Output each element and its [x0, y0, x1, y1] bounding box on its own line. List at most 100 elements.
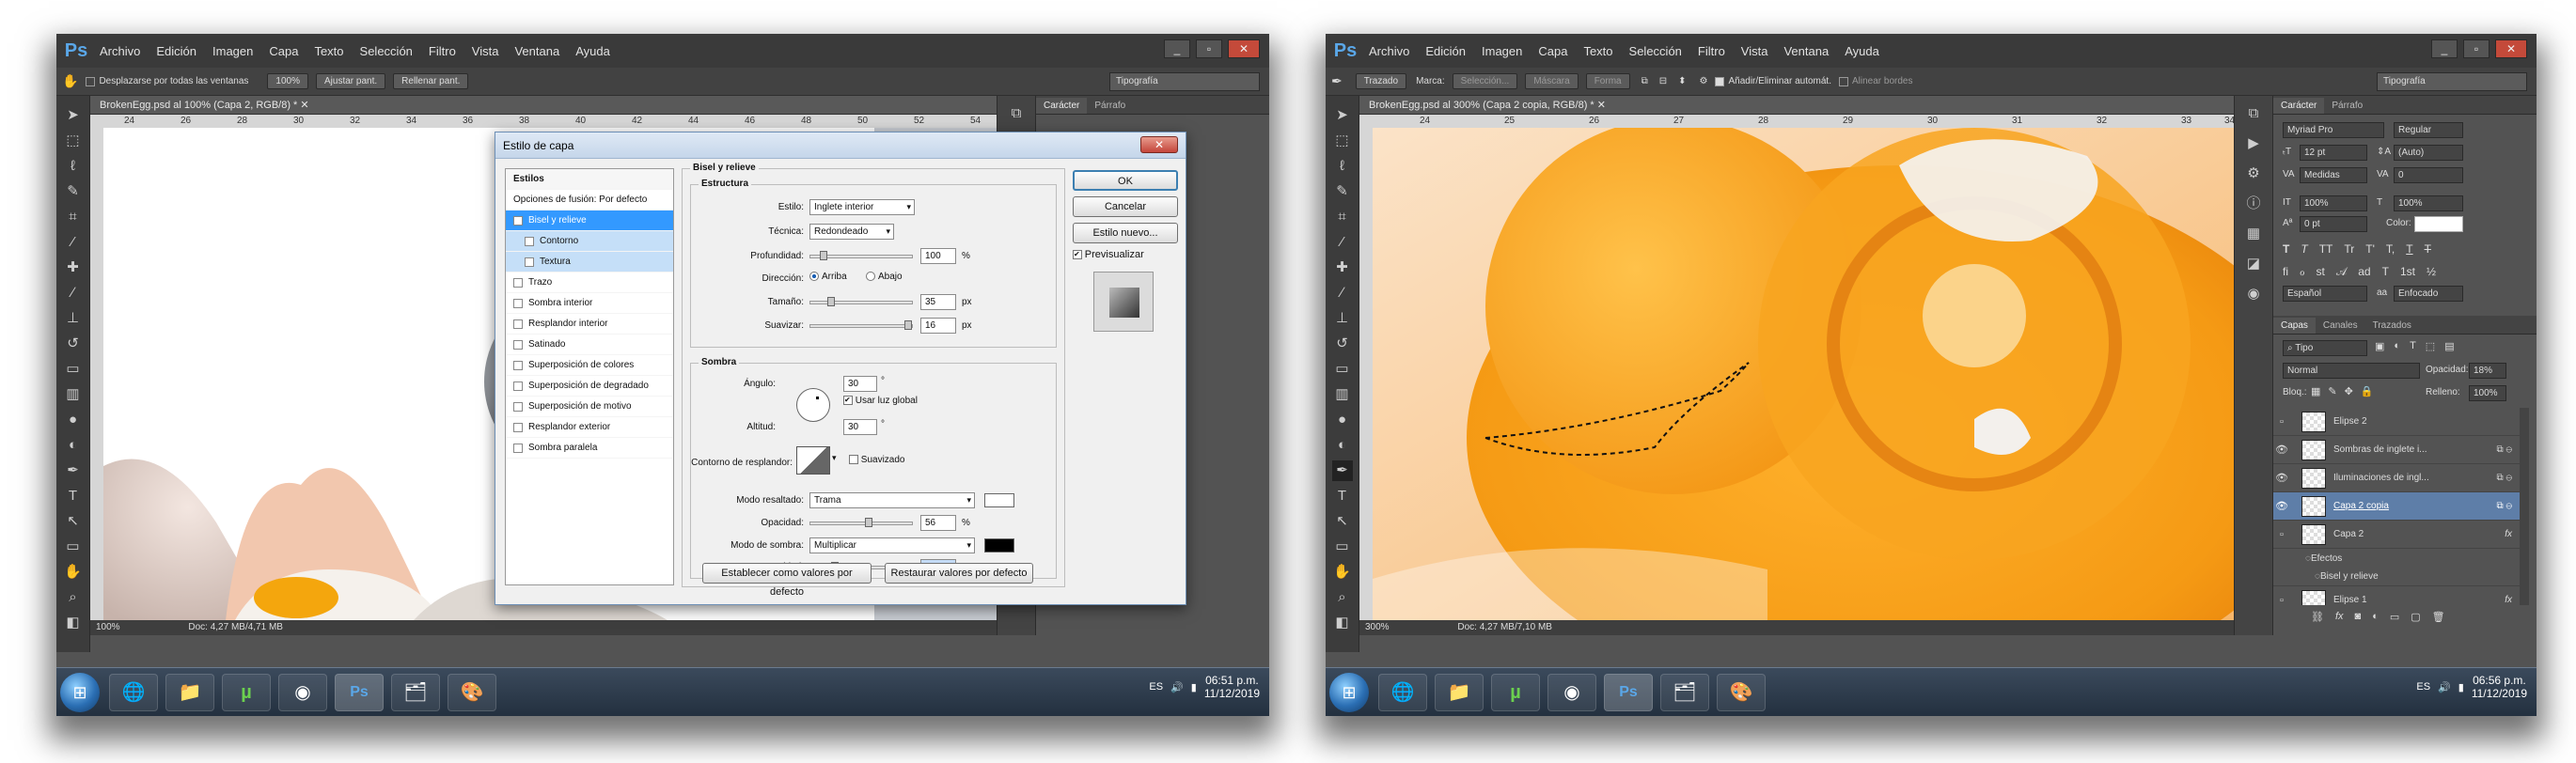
- delete-layer-icon[interactable]: 🗑: [2432, 611, 2445, 623]
- taskbar-utorrent-icon[interactable]: µ: [1491, 673, 1540, 711]
- taskbar-photoshop-icon[interactable]: Ps: [1604, 673, 1653, 711]
- angle-dial[interactable]: [796, 388, 830, 422]
- taskbar-paint-icon[interactable]: 🎨: [448, 673, 496, 711]
- radio-dot[interactable]: [809, 272, 819, 282]
- highlight-opacity-input[interactable]: 56: [920, 515, 956, 531]
- font-style-select[interactable]: Regular: [2394, 122, 2463, 138]
- stamp-tool-icon[interactable]: ⊥: [63, 308, 84, 329]
- maximize-button[interactable]: ▫: [1196, 39, 1222, 58]
- menu-archivo[interactable]: Archivo: [1369, 44, 1409, 58]
- make-selection-button[interactable]: Selección...: [1452, 73, 1518, 89]
- reset-default-button[interactable]: Restaurar valores por defecto: [885, 563, 1033, 584]
- marquee-tool-icon[interactable]: ⬚: [1332, 131, 1353, 151]
- layer-row[interactable]: 👁 Iluminaciones de ingl... ⧉ ⊖: [2273, 464, 2520, 492]
- lock-position-icon[interactable]: ✥: [2345, 385, 2353, 397]
- technique-select[interactable]: Redondeado: [809, 224, 894, 240]
- ordinals-button[interactable]: 1st: [2400, 265, 2415, 279]
- superscript-button[interactable]: T': [2365, 242, 2375, 256]
- menu-vista[interactable]: Vista: [472, 44, 499, 58]
- adjustments-icon[interactable]: ⚙: [2243, 164, 2264, 184]
- language-indicator[interactable]: ES: [2416, 681, 2430, 693]
- add-mask-icon[interactable]: ◙: [2355, 611, 2362, 623]
- angle-input[interactable]: 30: [843, 376, 877, 392]
- path-arrange-icon[interactable]: ⬍: [1678, 76, 1686, 86]
- shape-tool-icon[interactable]: ▭: [63, 537, 84, 557]
- menu-ayuda[interactable]: Ayuda: [1845, 44, 1879, 58]
- style-gradient-overlay[interactable]: Superposición de degradado: [506, 376, 673, 397]
- checkbox[interactable]: ✔: [1073, 250, 1082, 260]
- soften-slider[interactable]: [809, 320, 913, 330]
- menu-archivo[interactable]: Archivo: [100, 44, 140, 58]
- history-brush-icon[interactable]: ↺: [63, 334, 84, 354]
- gloss-contour-picker[interactable]: [796, 446, 830, 475]
- pen-tool-icon[interactable]: ✒: [1331, 73, 1343, 89]
- style-drop-shadow[interactable]: Sombra paralela: [506, 438, 673, 459]
- eye-icon[interactable]: 👁: [2273, 472, 2290, 484]
- type-tool-icon[interactable]: T: [63, 486, 84, 506]
- close-tab-icon[interactable]: ✕: [1597, 100, 1606, 111]
- global-light-checkbox[interactable]: ✔ Usar luz global: [843, 396, 918, 406]
- shadow-mode-select[interactable]: Multiplicar: [809, 537, 975, 553]
- pen-tool-icon[interactable]: ✒: [63, 460, 84, 481]
- filter-shape-icon[interactable]: ⬚: [2426, 340, 2435, 352]
- cancel-button[interactable]: Cancelar: [1073, 196, 1178, 217]
- titling-button[interactable]: T: [2382, 265, 2389, 279]
- old-style-button[interactable]: ℴ: [2300, 265, 2305, 279]
- shape-tool-icon[interactable]: ▭: [1332, 537, 1353, 557]
- path-select-icon[interactable]: ↖: [63, 511, 84, 532]
- effects-row[interactable]: ◌ Efectos: [2273, 549, 2520, 568]
- size-input[interactable]: 35: [920, 294, 956, 310]
- taskbar-app-icon[interactable]: 🌐: [109, 673, 158, 711]
- style-stroke[interactable]: Trazo: [506, 272, 673, 293]
- eye-icon[interactable]: 👁: [2273, 500, 2290, 512]
- close-button[interactable]: ✕: [1228, 39, 1260, 58]
- make-shape-button[interactable]: Forma: [1585, 73, 1630, 89]
- clock[interactable]: 06:51 p.m. 11/12/2019: [1204, 674, 1260, 700]
- lasso-tool-icon[interactable]: ℓ: [1332, 156, 1353, 177]
- eyedropper-icon[interactable]: ⁄: [1332, 232, 1353, 253]
- start-button[interactable]: ⊞: [1329, 672, 1369, 712]
- network-icon[interactable]: ▮: [2458, 681, 2464, 693]
- tab-parrafo[interactable]: Párrafo: [1087, 98, 1133, 114]
- lock-transparency-icon[interactable]: ▦: [2311, 385, 2320, 397]
- checkbox[interactable]: [525, 236, 534, 246]
- taskbar-explorer-icon[interactable]: 📁: [1435, 673, 1484, 711]
- pen-tool-icon[interactable]: ✒: [1331, 460, 1353, 481]
- document-tab[interactable]: BrokenEgg.psd al 100% (Capa 2, RGB/8) * …: [90, 96, 997, 115]
- all-caps-button[interactable]: TT: [2319, 242, 2333, 256]
- tab-capas[interactable]: Capas: [2273, 318, 2316, 334]
- fractions-button[interactable]: ½: [2427, 265, 2436, 279]
- path-select-icon[interactable]: ↖: [1332, 511, 1353, 532]
- highlight-opacity-slider[interactable]: [809, 518, 913, 527]
- new-style-button[interactable]: Estilo nuevo...: [1073, 223, 1178, 243]
- quick-select-icon[interactable]: ✎: [1332, 181, 1353, 202]
- depth-input[interactable]: 100: [920, 248, 956, 264]
- eraser-tool-icon[interactable]: ▭: [63, 359, 84, 380]
- tab-trazados[interactable]: Trazados: [2365, 318, 2419, 334]
- menu-ventana[interactable]: Ventana: [1783, 44, 1829, 58]
- brush-tool-icon[interactable]: ∕: [63, 283, 84, 304]
- move-tool-icon[interactable]: ➤: [63, 105, 84, 126]
- maximize-button[interactable]: ▫: [2463, 39, 2490, 58]
- altitude-input[interactable]: 30: [843, 419, 877, 435]
- fill-input[interactable]: 100%: [2469, 385, 2506, 401]
- hand-tool-icon[interactable]: ✋: [62, 73, 78, 89]
- close-button[interactable]: ✕: [2495, 39, 2527, 58]
- style-select[interactable]: Inglete interior: [809, 199, 915, 215]
- zoom-tool-icon[interactable]: ⌕: [63, 587, 84, 608]
- shadow-color-swatch[interactable]: [984, 538, 1014, 553]
- style-inner-shadow[interactable]: Sombra interior: [506, 293, 673, 314]
- taskbar-photoshop-icon[interactable]: Ps: [335, 673, 384, 711]
- soften-input[interactable]: 16: [920, 318, 956, 334]
- visibility-off-icon[interactable]: ▫: [2273, 595, 2290, 606]
- color-swatches-icon[interactable]: ◧: [63, 613, 84, 633]
- taskbar-chrome-icon[interactable]: ◉: [1547, 673, 1596, 711]
- highlight-mode-select[interactable]: Trama: [809, 492, 975, 508]
- checkbox[interactable]: [513, 422, 523, 432]
- workspace-select[interactable]: Tipografía: [1109, 71, 1260, 91]
- discretionary-ligatures-button[interactable]: st: [2317, 265, 2325, 279]
- play-icon[interactable]: ▶: [2243, 133, 2264, 154]
- menu-capa[interactable]: Capa: [269, 44, 298, 58]
- healing-brush-icon[interactable]: ✚: [1332, 257, 1353, 278]
- style-color-overlay[interactable]: Superposición de colores: [506, 355, 673, 376]
